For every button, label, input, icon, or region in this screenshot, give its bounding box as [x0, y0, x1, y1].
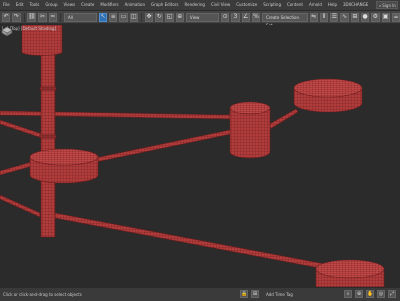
pan-icon[interactable]: ✋ — [366, 290, 374, 298]
middle-disk — [29, 148, 99, 184]
rotate-icon[interactable]: ↻ — [155, 12, 164, 22]
bind-space-warp-icon[interactable]: ≈ — [48, 12, 57, 22]
menu-scripting[interactable]: Scripting — [260, 0, 284, 10]
menu-create[interactable]: Create — [78, 0, 97, 10]
sign-in-label: Sign In — [382, 2, 396, 8]
menu-content[interactable]: Content — [284, 0, 306, 10]
menu-group[interactable]: Group — [42, 0, 60, 10]
rectangular-selection-icon[interactable]: ▭ — [119, 12, 128, 22]
toolbar-divider — [23, 12, 25, 22]
move-icon[interactable]: ✥ — [144, 12, 154, 22]
home-viewcube-icon[interactable] — [0, 25, 14, 37]
redo-icon[interactable]: ↷ — [12, 12, 21, 22]
select-by-name-icon[interactable]: ≡ — [109, 12, 118, 22]
undo-icon[interactable]: ↶ — [2, 12, 11, 22]
toolbar-divider — [59, 12, 61, 22]
menu-graph-editors[interactable]: Graph Editors — [148, 0, 181, 10]
render-icon[interactable]: ☕ — [391, 12, 400, 22]
scale-icon[interactable]: ◱ — [165, 12, 174, 22]
reference-coordinate-dropdown[interactable]: View — [185, 12, 219, 22]
menu-help[interactable]: Help — [325, 0, 340, 10]
menu-civil-view[interactable]: Civil View — [208, 0, 233, 10]
bottom-right-disk — [315, 259, 385, 287]
rod-left-mid — [0, 119, 46, 140]
viewport[interactable]: [+] [Top] [Default Shading] — [0, 25, 400, 287]
viewport-scene — [0, 25, 385, 287]
render-setup-icon[interactable]: ⚙ — [371, 12, 380, 22]
viewport-navigation-controls: ⌕ ⊕ ✋ ◎ ⤢ — [344, 290, 396, 298]
curve-editor-icon[interactable]: ∿ — [340, 12, 349, 22]
material-editor-icon[interactable]: ● — [360, 12, 370, 22]
add-time-tag-button[interactable]: Add Time Tag — [266, 292, 293, 297]
align-icon[interactable]: ⫴ — [319, 12, 329, 22]
layer-explorer-icon[interactable]: ☰ — [330, 12, 339, 22]
status-bar: Click or click-and-drag to select object… — [0, 287, 400, 301]
angle-snap-icon[interactable]: ∠ — [241, 12, 250, 22]
vertical-pole — [39, 44, 57, 238]
snaps-toggle-icon[interactable]: 3 — [231, 12, 240, 22]
right-disk — [293, 78, 363, 113]
rod-bottom-diag — [54, 212, 331, 271]
named-selection-sets-dropdown[interactable]: Create Selection Set — [262, 12, 308, 28]
menu-bar: File Edit Tools Group Views Create Modif… — [0, 0, 400, 11]
rod-far-left-low — [0, 194, 41, 218]
rod-cyl-to-disk — [267, 108, 299, 130]
absolute-mode-icon[interactable]: ⊞ — [251, 290, 259, 298]
window-crossing-icon[interactable]: ◫ — [129, 12, 138, 22]
lock-icon[interactable]: 🔒 — [240, 290, 248, 298]
menu-views[interactable]: Views — [61, 0, 79, 10]
search-icon: ⌕ — [379, 2, 382, 8]
menu-tools[interactable]: Tools — [26, 0, 42, 10]
rod-mid-to-cyl — [94, 129, 232, 163]
zoom-icon[interactable]: ⌕ — [344, 290, 352, 298]
status-mid-controls: 🔒 ⊞ Add Time Tag — [240, 290, 293, 298]
render-frame-icon[interactable]: ▣ — [381, 12, 390, 22]
select-object-icon[interactable]: ↖ — [98, 12, 108, 22]
menu-modifiers[interactable]: Modifiers — [97, 0, 121, 10]
link-icon[interactable]: ⛓ — [27, 12, 37, 22]
menu-3dxchange[interactable]: 3DXCHANGE — [340, 0, 371, 10]
pivot-icon[interactable]: ⊙ — [220, 12, 230, 22]
menu-animation[interactable]: Animation — [122, 0, 148, 10]
orbit-icon[interactable]: ◎ — [377, 290, 385, 298]
menu-edit[interactable]: Edit — [13, 0, 27, 10]
selection-filter-dropdown[interactable]: All — [63, 12, 97, 22]
main-toolbar: ↶ ↷ ⛓ ✂ ≈ All ↖ ≡ ▭ ◫ ✥ ↻ ◱ ⊕ View ⊙ 3 ∠… — [0, 11, 400, 28]
zoom-all-icon[interactable]: ⊕ — [355, 290, 363, 298]
sign-in-button[interactable]: ⌕ Sign In — [376, 1, 398, 9]
menu-arnold[interactable]: Arnold — [306, 0, 325, 10]
unlink-icon[interactable]: ✂ — [38, 12, 47, 22]
menu-file[interactable]: File — [0, 0, 13, 10]
mirror-icon[interactable]: ⇋ — [309, 12, 318, 22]
status-prompt: Click or click-and-drag to select object… — [3, 292, 82, 297]
center-cylinder — [229, 101, 271, 159]
placement-icon[interactable]: ⊕ — [175, 12, 184, 22]
percent-snap-icon[interactable]: % — [251, 12, 261, 22]
maximize-viewport-icon[interactable]: ⤢ — [388, 290, 396, 298]
schematic-view-icon[interactable]: ⊞ — [350, 12, 359, 22]
toolbar-divider — [140, 12, 142, 22]
menu-rendering[interactable]: Rendering — [182, 0, 208, 10]
menu-customize[interactable]: Customize — [233, 0, 260, 10]
rod-left-top — [0, 110, 231, 120]
